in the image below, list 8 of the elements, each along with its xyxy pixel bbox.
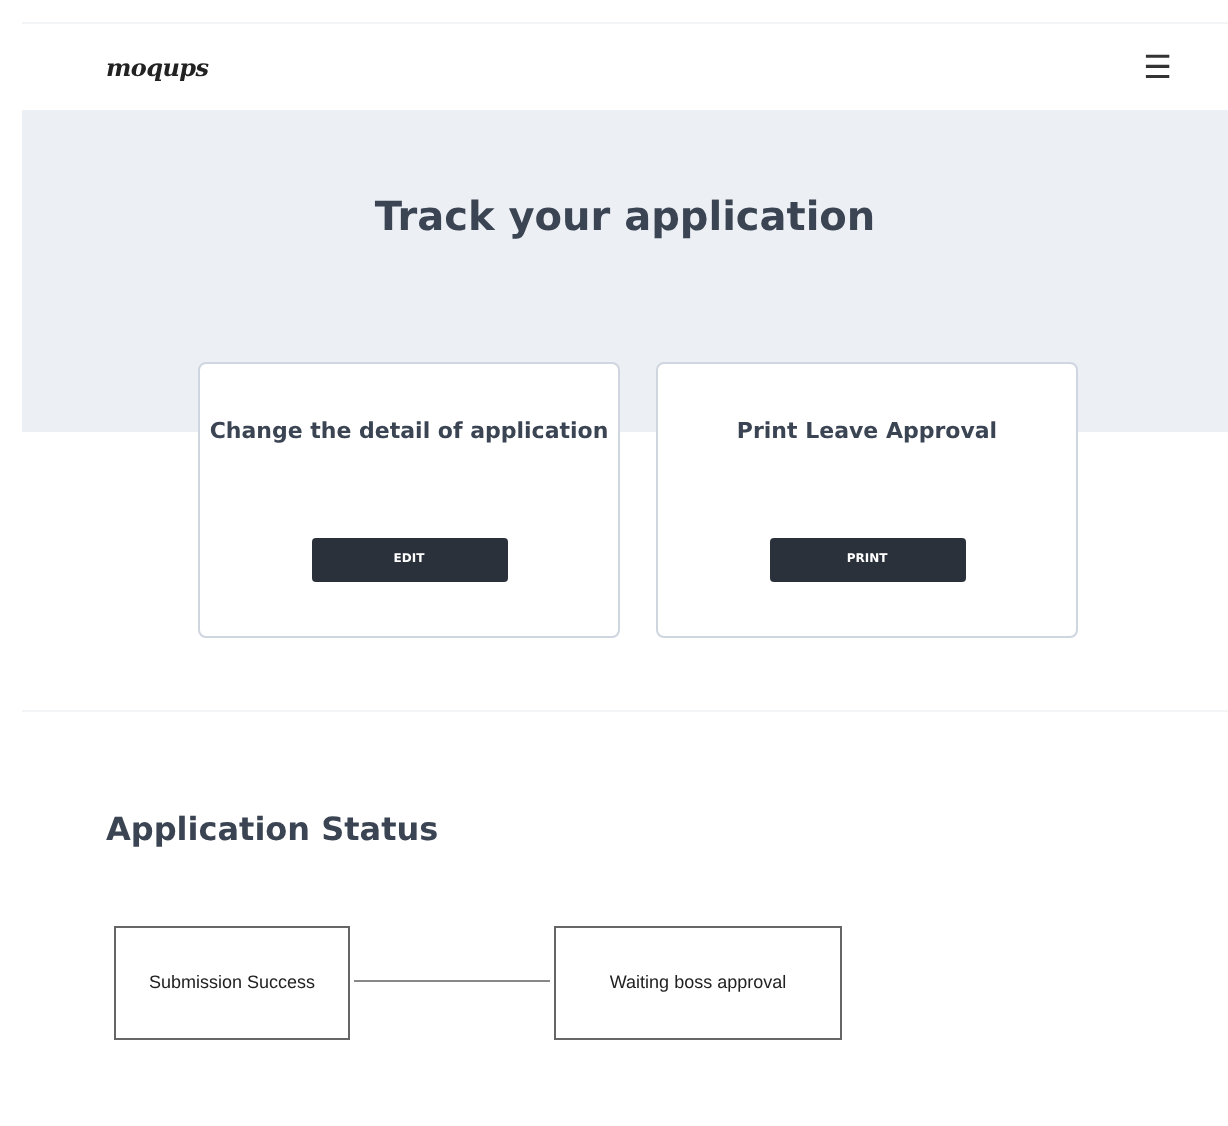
- menu-icon[interactable]: ☰: [1143, 51, 1172, 83]
- section-title: Application Status: [106, 808, 441, 852]
- logo: moqups: [106, 51, 209, 85]
- status-step: Waiting boss approval: [554, 926, 842, 1040]
- status-step: Submission Success: [114, 926, 350, 1040]
- card-title: Change the detail of application: [209, 416, 609, 448]
- page-title: Track your application: [374, 190, 876, 244]
- card-title: Print Leave Approval: [736, 416, 998, 448]
